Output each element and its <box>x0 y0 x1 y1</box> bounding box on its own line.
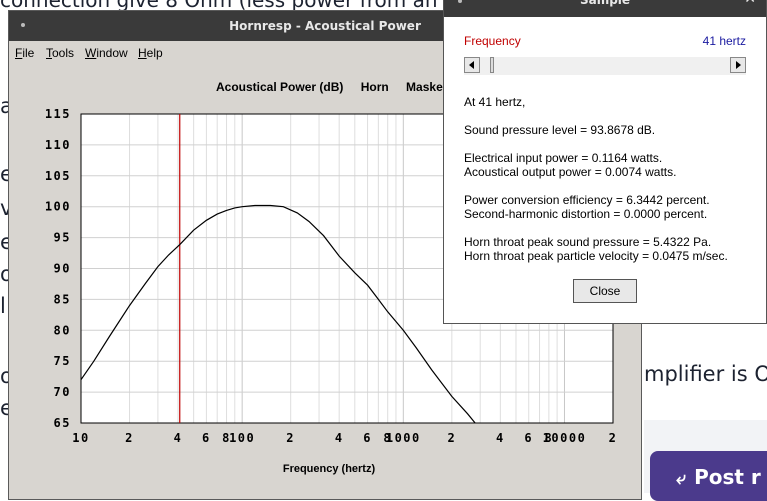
slider-thumb[interactable] <box>490 57 494 73</box>
slider-right-arrow-icon[interactable] <box>730 57 746 73</box>
frequency-value: 41 hertz <box>702 34 746 48</box>
horn-throat-pressure: Horn throat peak sound pressure = 5.4322… <box>464 235 712 249</box>
electrical-input-power: Electrical input power = 0.1164 watts. <box>464 151 663 165</box>
y-tick-label: 90 <box>54 262 71 276</box>
x-tick-label: 2 <box>447 431 456 445</box>
second-harmonic-distortion: Second-harmonic distortion = 0.0000 perc… <box>464 207 708 221</box>
reply-arrow-icon: ⤶ <box>676 468 687 489</box>
x-tick-label: 4 <box>496 431 505 445</box>
sample-title-bar[interactable]: Sample <box>444 0 766 17</box>
frequency-slider[interactable] <box>464 57 746 75</box>
y-tick-label: 105 <box>45 169 71 183</box>
acoustical-output-power: Acoustical output power = 0.0074 watts. <box>464 165 677 179</box>
x-tick-label: 10 <box>72 431 89 445</box>
y-tick-label: 70 <box>54 385 71 399</box>
x-tick-label: 4 <box>174 431 183 445</box>
frequency-label: Frequency <box>464 34 521 48</box>
x-tick-label: 100 <box>229 431 255 445</box>
x-tick-label: 6 <box>363 431 372 445</box>
x-tick-label: 2 <box>125 431 134 445</box>
x-tick-label: 6 <box>524 431 533 445</box>
y-tick-label: 100 <box>45 200 71 214</box>
post-reply-button[interactable]: ⤶ Post r <box>650 451 767 501</box>
close-button[interactable]: Close <box>573 279 637 303</box>
x-tick-label: 1000 <box>386 431 421 445</box>
sound-pressure-level: Sound pressure level = 93.8678 dB. <box>464 123 656 137</box>
post-button-label: Post r <box>694 465 761 489</box>
background-left-letter: l <box>0 294 6 318</box>
y-tick-label: 65 <box>54 416 71 430</box>
close-icon[interactable]: ✕ <box>744 0 756 7</box>
y-tick-label: 80 <box>54 323 71 337</box>
slider-left-arrow-icon[interactable] <box>464 57 480 73</box>
sample-heading: At 41 hertz, <box>464 95 526 109</box>
background-right-text: mplifier is O <box>644 362 767 386</box>
y-tick-label: 75 <box>54 354 71 368</box>
x-tick-label: 2 <box>286 431 295 445</box>
y-tick-label: 85 <box>54 292 71 306</box>
y-tick-label: 115 <box>45 107 71 121</box>
y-tick-label: 95 <box>54 231 71 245</box>
x-axis-label: Frequency (hertz) <box>282 463 376 475</box>
x-tick-label: 2 <box>609 431 618 445</box>
sample-window: Sample ✕ Frequency 41 hertz At 41 hertz,… <box>443 0 767 324</box>
power-conversion-efficiency: Power conversion efficiency = 6.3442 per… <box>464 193 710 207</box>
x-tick-label: 4 <box>335 431 344 445</box>
x-tick-label: 6 <box>202 431 211 445</box>
y-tick-label: 110 <box>45 138 71 152</box>
horn-throat-velocity: Horn throat peak particle velocity = 0.0… <box>464 249 728 263</box>
x-tick-label: 10000 <box>543 431 587 445</box>
